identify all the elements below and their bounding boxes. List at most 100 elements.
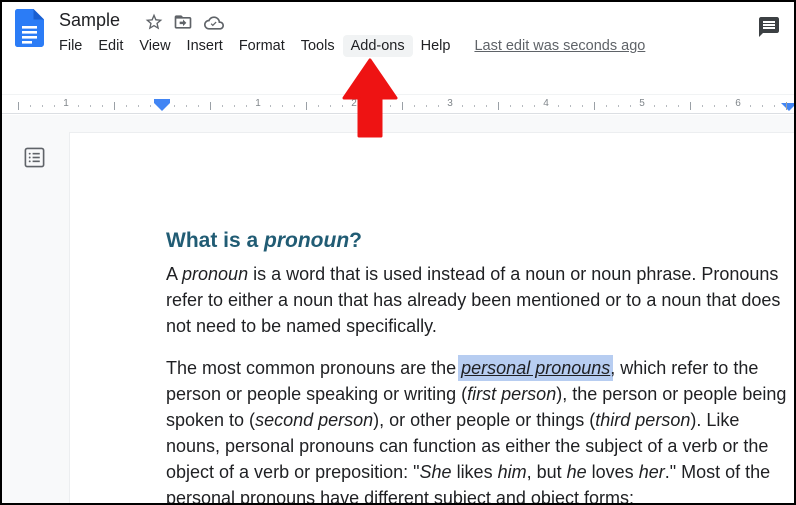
ruler-tick bbox=[414, 105, 415, 107]
menu-help[interactable]: Help bbox=[413, 35, 459, 57]
ruler-number: 5 bbox=[639, 98, 645, 109]
text-run: likes bbox=[451, 462, 498, 482]
ruler-tick bbox=[630, 105, 631, 107]
ruler-tick bbox=[786, 102, 787, 110]
toolbar: 100% Normal text l − 13.5 + B I U A bbox=[2, 60, 794, 147]
menu-format[interactable]: Format bbox=[231, 35, 293, 57]
ruler-number: 2 bbox=[351, 98, 357, 109]
ruler-tick bbox=[762, 105, 763, 107]
ruler-tick bbox=[306, 102, 307, 110]
ruler-tick bbox=[150, 105, 151, 107]
text-line: not need to be named specifically. bbox=[166, 313, 794, 339]
ruler-tick bbox=[282, 105, 283, 107]
left-indent-marker[interactable] bbox=[154, 103, 170, 111]
star-icon[interactable] bbox=[144, 12, 164, 32]
ruler-tick bbox=[426, 105, 427, 107]
ruler-tick bbox=[18, 102, 19, 110]
paragraph: The most common pronouns are the persona… bbox=[166, 355, 794, 505]
text-run: personal pronouns bbox=[461, 358, 611, 378]
document-heading: What is a pronoun? bbox=[166, 226, 794, 256]
google-docs-logo-icon[interactable] bbox=[15, 9, 44, 47]
ruler-tick bbox=[174, 105, 175, 107]
menu-insert[interactable]: Insert bbox=[179, 35, 231, 57]
text-line: A pronoun is a word that is used instead… bbox=[166, 261, 794, 287]
text-line: personal pronouns have different subject… bbox=[166, 485, 794, 505]
text-run: nouns, personal pronouns can function as… bbox=[166, 436, 769, 456]
comment-history-icon[interactable] bbox=[757, 15, 781, 39]
document-outline-icon[interactable] bbox=[23, 146, 46, 169]
ruler-tick bbox=[30, 105, 31, 107]
ruler-number: 1 bbox=[63, 98, 69, 109]
menu-view[interactable]: View bbox=[131, 35, 178, 57]
ruler-tick bbox=[486, 105, 487, 107]
ruler-tick bbox=[558, 105, 559, 107]
ruler-tick bbox=[222, 105, 223, 107]
text-run: , which refer to the bbox=[610, 358, 759, 378]
text-run: ). Like bbox=[690, 410, 740, 430]
ruler-tick bbox=[126, 105, 127, 107]
text-line: nouns, personal pronouns can function as… bbox=[166, 433, 794, 459]
ruler-tick bbox=[726, 105, 727, 107]
ruler-tick bbox=[702, 105, 703, 107]
text-run: loves bbox=[586, 462, 639, 482]
ruler-tick bbox=[510, 105, 511, 107]
document-body: A pronoun is a word that is used instead… bbox=[166, 261, 794, 505]
menu-file[interactable]: File bbox=[51, 35, 90, 57]
text-line: object of a verb or preposition: "She li… bbox=[166, 459, 794, 485]
text-run: spoken to ( bbox=[166, 410, 256, 430]
ruler-tick bbox=[294, 105, 295, 107]
ruler-tick bbox=[318, 105, 319, 107]
ruler-tick bbox=[198, 105, 199, 107]
text-run: ), the person or people being bbox=[556, 384, 787, 404]
text-line: The most common pronouns are the persona… bbox=[166, 355, 794, 381]
text-run: third person bbox=[595, 410, 691, 430]
ruler-tick bbox=[330, 105, 331, 107]
last-edit-link[interactable]: Last edit was seconds ago bbox=[474, 38, 645, 54]
ruler-tick bbox=[102, 105, 103, 107]
ruler-number: 1 bbox=[255, 98, 261, 109]
right-indent-marker[interactable] bbox=[781, 103, 794, 111]
ruler: 1 1 2 3 4 5 6 bbox=[2, 94, 794, 114]
ruler-tick bbox=[534, 105, 535, 107]
text-line: spoken to (second person), or other peop… bbox=[166, 407, 794, 433]
text-run: What is a bbox=[166, 229, 265, 252]
text-run: person or people speaking or writing ( bbox=[166, 384, 468, 404]
ruler-tick bbox=[594, 102, 595, 110]
text-run: ), or other people or things ( bbox=[373, 410, 596, 430]
ruler-tick bbox=[90, 105, 91, 107]
cloud-saved-icon[interactable] bbox=[204, 13, 224, 33]
menu-add-ons[interactable]: Add-ons bbox=[342, 35, 413, 57]
text-run: pronoun bbox=[264, 229, 350, 252]
ruler-tick bbox=[378, 105, 379, 107]
text-run: ." Most of the bbox=[664, 462, 771, 482]
text-run: refer to either a noun that has already … bbox=[166, 290, 781, 310]
text-run: second person bbox=[255, 410, 374, 430]
text-run: object of a verb or preposition: " bbox=[166, 462, 420, 482]
menu-tools[interactable]: Tools bbox=[293, 35, 343, 57]
text-run: ? bbox=[349, 229, 362, 252]
ruler-tick bbox=[582, 105, 583, 107]
ruler-tick bbox=[618, 105, 619, 107]
text-block: What is a pronoun? A pronoun is a word t… bbox=[166, 226, 794, 505]
page[interactable]: What is a pronoun? A pronoun is a word t… bbox=[69, 132, 794, 505]
ruler-tick bbox=[606, 105, 607, 107]
ruler-tick bbox=[366, 105, 367, 107]
text-run: personal pronouns have different subject… bbox=[166, 488, 634, 505]
text-line: person or people speaking or writing (fi… bbox=[166, 381, 794, 407]
ruler-tick bbox=[402, 102, 403, 110]
ruler-tick bbox=[54, 105, 55, 107]
google-docs-window: Sample Last edit was seconds ago File Edi… bbox=[0, 0, 796, 505]
ruler-tick bbox=[42, 105, 43, 107]
text-run: is a word that is used instead of a noun… bbox=[248, 264, 779, 284]
menu-bar: Last edit was seconds ago File Edit View In… bbox=[51, 34, 645, 58]
ruler-tick bbox=[714, 105, 715, 107]
paragraph: A pronoun is a word that is used instead… bbox=[166, 261, 794, 339]
ruler-tick bbox=[666, 105, 667, 107]
document-title[interactable]: Sample bbox=[59, 10, 120, 31]
menu-edit[interactable]: Edit bbox=[90, 35, 131, 57]
ruler-tick bbox=[750, 105, 751, 107]
text-run: The most common pronouns are the bbox=[166, 358, 462, 378]
ruler-number: 4 bbox=[543, 98, 549, 109]
move-folder-icon[interactable] bbox=[173, 12, 193, 32]
ruler-tick bbox=[138, 105, 139, 107]
